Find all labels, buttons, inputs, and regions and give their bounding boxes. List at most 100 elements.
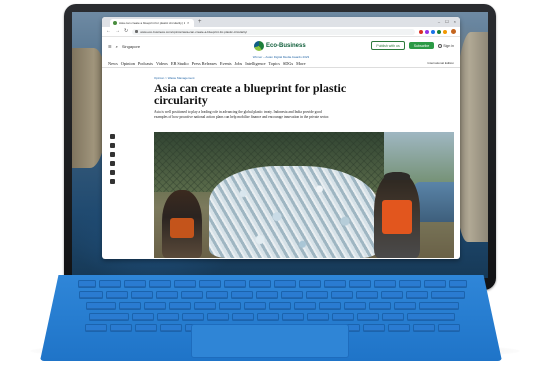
keyboard-key: [306, 291, 328, 299]
keyboard-key: [398, 280, 421, 288]
keyboard-key: [143, 302, 166, 310]
article-hero-image: [154, 132, 454, 258]
keyboard-key: [407, 313, 455, 321]
keyboard-key: [298, 280, 321, 288]
maximize-button[interactable]: ☐: [445, 19, 449, 24]
keyboard-key: [207, 313, 229, 321]
favicon-icon: [113, 21, 117, 25]
subscribe-button[interactable]: Subscribe: [408, 41, 435, 50]
keyboard-key: [437, 324, 460, 332]
keyboard-key: [268, 302, 291, 310]
nav-opinion[interactable]: Opinion: [121, 61, 135, 66]
edition-selector[interactable]: International Edition: [427, 61, 454, 65]
nav-eb-studio[interactable]: EB Studio: [171, 61, 189, 66]
nav-more[interactable]: More: [296, 61, 305, 66]
keyboard-key: [134, 324, 157, 332]
extension-icon[interactable]: [437, 29, 441, 34]
nav-events[interactable]: Events: [220, 61, 232, 66]
keyboard-key: [156, 291, 178, 299]
keyboard-key: [282, 313, 304, 321]
keyboard-key: [79, 291, 103, 299]
reload-icon[interactable]: ↻: [124, 29, 128, 34]
keyboard-key: [98, 280, 121, 288]
tab-title: Asia can create a blueprint for plastic …: [119, 21, 185, 25]
new-tab-button[interactable]: +: [198, 19, 202, 25]
keyboard-key: [382, 313, 404, 321]
sign-in-link[interactable]: Sign in: [438, 43, 454, 48]
keyboard-key: [232, 313, 254, 321]
keyboard-key: [406, 291, 428, 299]
extension-icon[interactable]: [431, 29, 435, 34]
keyboard-key: [323, 280, 346, 288]
trackpad: [191, 324, 349, 358]
keyboard-key: [281, 291, 303, 299]
keyboard-key: [332, 313, 354, 321]
minimize-button[interactable]: –: [438, 19, 440, 24]
search-icon[interactable]: ⌕: [116, 44, 118, 49]
keyboard-key: [193, 302, 216, 310]
keyboard-key: [393, 302, 416, 310]
nav-podcasts[interactable]: Podcasts: [138, 61, 153, 66]
extensions: [419, 29, 447, 34]
profile-avatar[interactable]: [451, 29, 456, 34]
extension-icon[interactable]: [425, 29, 429, 34]
nav-jobs[interactable]: Jobs: [235, 61, 243, 66]
link-icon[interactable]: [110, 179, 115, 184]
publish-with-us-button[interactable]: Publish with us: [371, 41, 405, 50]
email-icon[interactable]: [110, 170, 115, 175]
menu-icon[interactable]: ☰: [108, 44, 112, 49]
keyboard-key: [418, 302, 459, 310]
nav-topics[interactable]: Topics: [268, 61, 279, 66]
sign-in-label: Sign in: [443, 43, 454, 48]
linkedin-icon[interactable]: [110, 152, 115, 157]
nav-sdgs[interactable]: SDGs: [283, 61, 293, 66]
tab-close-icon[interactable]: ×: [187, 21, 189, 25]
url-field[interactable]: www.eco-business.com/opinion/asia-can-cr…: [132, 28, 415, 35]
extension-icon[interactable]: [419, 29, 423, 34]
facebook-icon[interactable]: [110, 143, 115, 148]
keyboard-key: [373, 280, 396, 288]
browser-tab[interactable]: Asia can create a blueprint for plastic …: [110, 19, 194, 27]
breadcrumb[interactable]: Opinion > Waste Management: [154, 76, 195, 80]
keyboard-key: [243, 302, 266, 310]
keyboard-key: [387, 324, 410, 332]
keyboard-key: [148, 280, 171, 288]
keyboard-key: [331, 291, 353, 299]
forward-icon[interactable]: →: [115, 29, 120, 34]
keyboard-key: [412, 324, 435, 332]
twitter-icon[interactable]: [110, 134, 115, 139]
close-window-button[interactable]: ×: [454, 19, 456, 24]
nav-news[interactable]: News: [108, 61, 118, 66]
keyboard-key: [248, 280, 271, 288]
site-logo[interactable]: Eco-Business: [254, 41, 306, 51]
article-standfirst: Asia is well positioned to play a leadin…: [154, 110, 330, 119]
window-controls: – ☐ ×: [438, 19, 456, 24]
nav-intelligence[interactable]: Intelligence: [245, 61, 265, 66]
keyboard-key: [182, 313, 204, 321]
main-nav: News Opinion Podcasts Videos EB Studio P…: [102, 59, 460, 68]
extension-icon[interactable]: [443, 29, 447, 34]
keyboard-key: [423, 280, 446, 288]
nav-press-releases[interactable]: Press Releases: [192, 61, 217, 66]
keyboard-key: [343, 302, 366, 310]
share-bar: [110, 134, 115, 184]
keyboard-key: [131, 291, 153, 299]
keyboard-key: [368, 302, 391, 310]
keyboard-key: [231, 291, 253, 299]
region-selector[interactable]: Singapore: [122, 44, 140, 49]
nav-videos[interactable]: Videos: [156, 61, 168, 66]
photo-truck: [414, 182, 454, 222]
whatsapp-icon[interactable]: [110, 161, 115, 166]
keyboard-key: [109, 324, 132, 332]
user-icon: [438, 43, 443, 48]
keyboard-key: [307, 313, 329, 321]
keyboard-key: [218, 302, 241, 310]
plastic-bottle-pile: [209, 166, 379, 258]
site-header: ☰ ⌕ Singapore Eco-Business Publish with …: [102, 37, 460, 55]
back-icon[interactable]: ←: [106, 29, 111, 34]
logo-text: Eco-Business: [266, 43, 306, 49]
product-mockup: Asia can create a blueprint for plastic …: [0, 0, 548, 371]
keyboard-key: [173, 280, 196, 288]
keyboard-key: [198, 280, 221, 288]
address-bar: ← → ↻ www.eco-business.com/opinion/asia-…: [102, 27, 460, 37]
